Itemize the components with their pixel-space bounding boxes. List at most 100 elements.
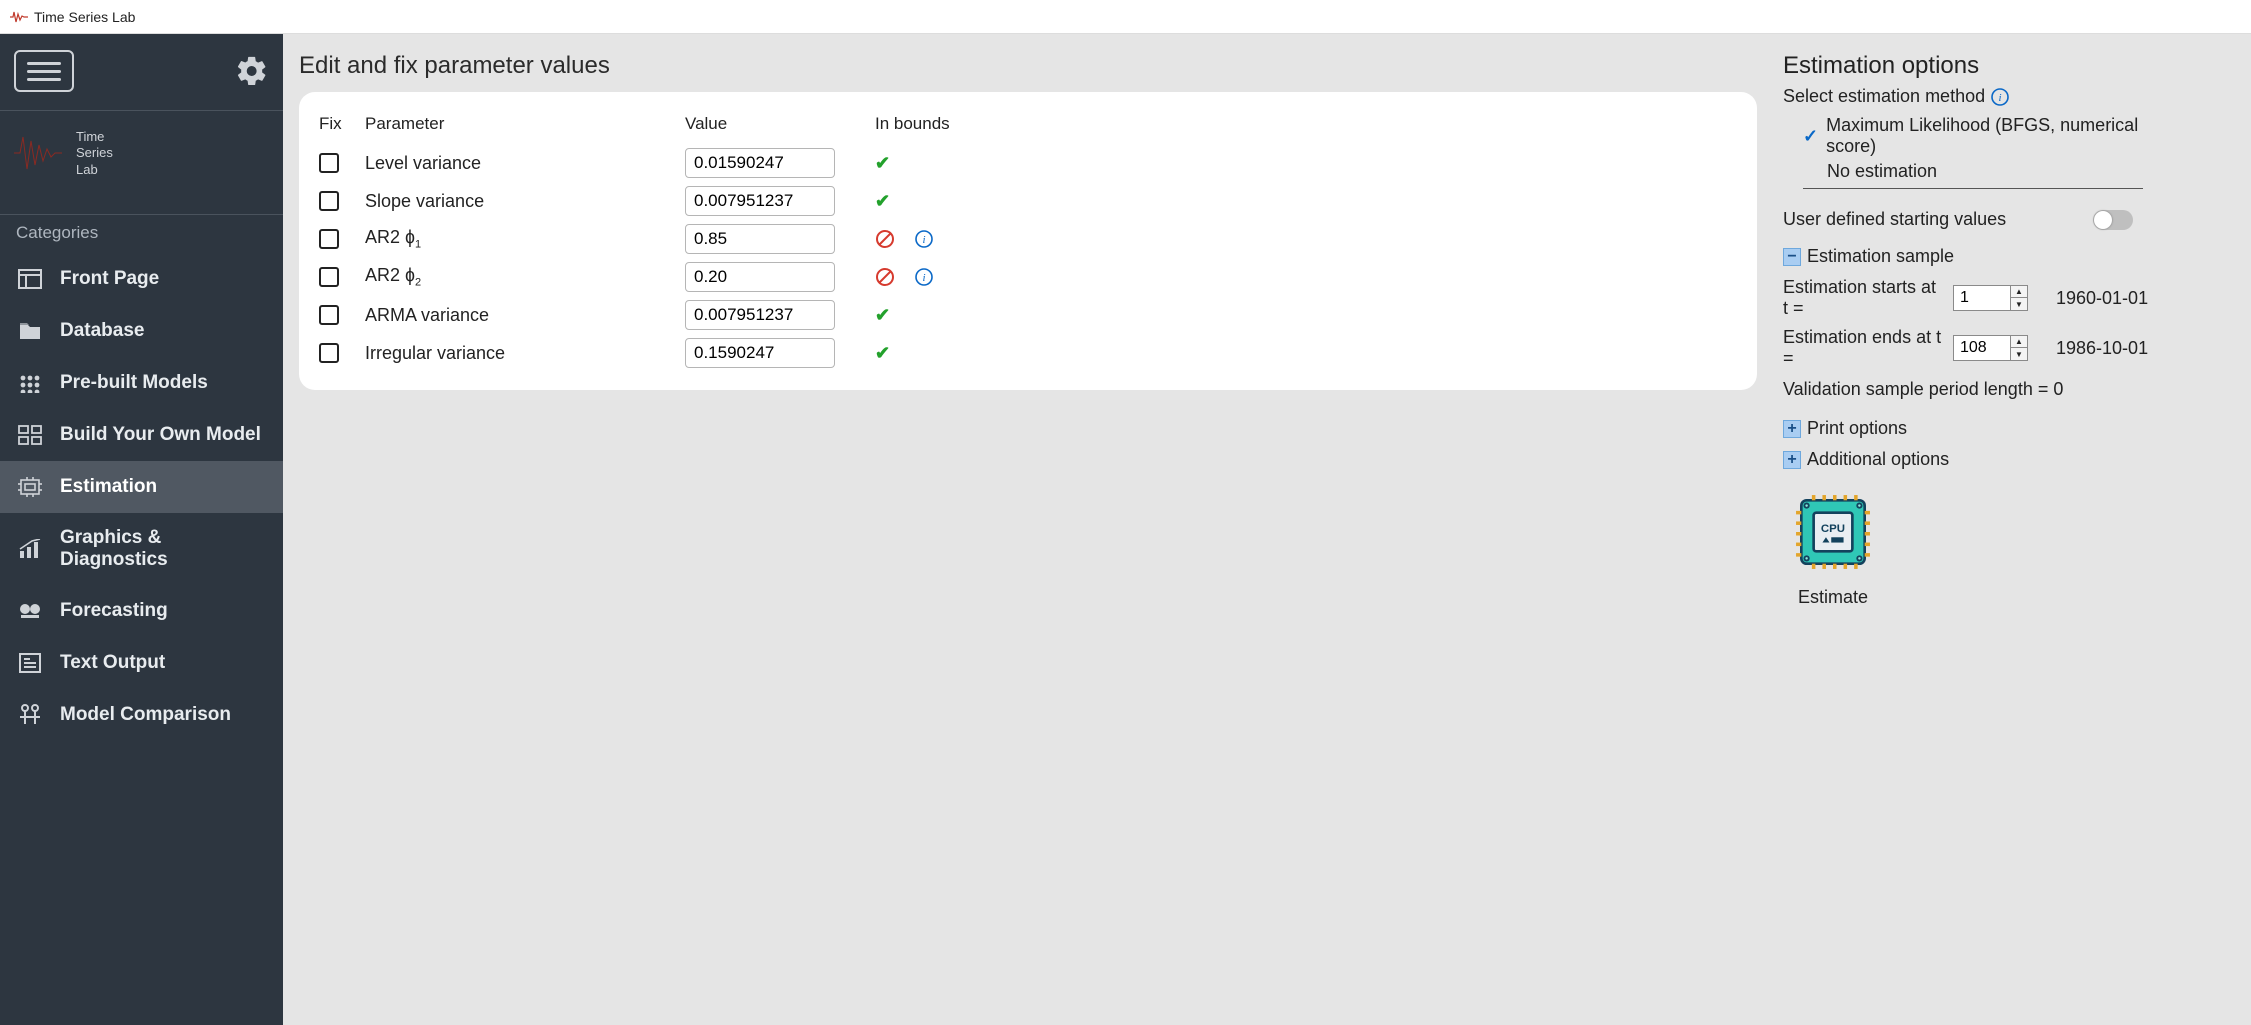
- estimation-start-spinner[interactable]: ▲▼: [1953, 285, 2028, 311]
- param-name: AR2 ɸ1: [365, 227, 685, 251]
- brand-line2: Series: [76, 145, 113, 161]
- param-row: AR2 ɸ2i: [319, 258, 1729, 296]
- nav-icon: [16, 651, 44, 675]
- nav-icon: [16, 703, 44, 727]
- nav-icon: [16, 475, 44, 499]
- estimation-end-date: 1986-10-01: [2056, 338, 2148, 359]
- spin-down-icon[interactable]: ▼: [2011, 298, 2027, 310]
- sidebar-item-label: Graphics & Diagnostics: [60, 527, 267, 571]
- param-value-input[interactable]: [685, 300, 835, 330]
- nav-icon: [16, 537, 44, 561]
- param-value-input[interactable]: [685, 262, 835, 292]
- header-fix: Fix: [319, 114, 365, 134]
- method-option-label: Maximum Likelihood (BFGS, numerical scor…: [1826, 115, 2143, 157]
- param-row: Irregular variance ✔: [319, 334, 1729, 372]
- sidebar-item-text-output[interactable]: Text Output: [0, 637, 283, 689]
- param-row: AR2 ɸ1 i: [319, 220, 1729, 258]
- info-icon[interactable]: i: [915, 268, 933, 286]
- param-value-input[interactable]: [685, 148, 835, 178]
- header-value: Value: [685, 114, 875, 134]
- estimation-sample-label: Estimation sample: [1807, 246, 1954, 267]
- brand-wave-icon: [14, 131, 62, 175]
- header-in-bounds: In bounds: [875, 114, 995, 134]
- param-name: Level variance: [365, 153, 685, 174]
- validation-length: Validation sample period length = 0: [1783, 379, 2231, 400]
- estimation-start-label: Estimation starts at t =: [1783, 277, 1943, 319]
- param-value-input[interactable]: [685, 186, 835, 216]
- estimation-end-spinner[interactable]: ▲▼: [1953, 335, 2028, 361]
- in-bounds-indicator: ✔: [875, 343, 915, 364]
- method-list: ✓ Maximum Likelihood (BFGS, numerical sc…: [1803, 113, 2143, 189]
- sidebar-item-estimation[interactable]: Estimation: [0, 461, 283, 513]
- estimation-sample-expander[interactable]: − Estimation sample: [1783, 246, 2231, 267]
- sidebar-item-build-your-own-model[interactable]: Build Your Own Model: [0, 409, 283, 461]
- info-icon[interactable]: i: [915, 230, 933, 248]
- method-label: Select estimation method: [1783, 86, 1985, 107]
- param-row: ARMA variance ✔: [319, 296, 1729, 334]
- check-icon: ✔: [875, 305, 890, 326]
- spin-up-icon[interactable]: ▲: [2011, 286, 2027, 298]
- header-parameter: Parameter: [365, 114, 685, 134]
- menu-toggle-button[interactable]: [14, 50, 74, 92]
- fix-checkbox[interactable]: [319, 191, 339, 211]
- svg-text:i: i: [922, 234, 925, 246]
- sidebar-item-label: Build Your Own Model: [60, 424, 261, 446]
- param-value-input[interactable]: [685, 224, 835, 254]
- sidebar-item-graphics-diagnostics[interactable]: Graphics & Diagnostics: [0, 513, 283, 585]
- user-sv-toggle[interactable]: [2093, 210, 2133, 230]
- app-title: Time Series Lab: [34, 9, 135, 25]
- settings-icon[interactable]: [235, 54, 269, 88]
- check-icon: ✔: [875, 153, 890, 174]
- param-name: Irregular variance: [365, 343, 685, 364]
- estimation-end-input[interactable]: [1954, 336, 2010, 360]
- spin-down-icon[interactable]: ▼: [2011, 348, 2027, 360]
- fix-checkbox[interactable]: [319, 153, 339, 173]
- param-name: ARMA variance: [365, 305, 685, 326]
- sidebar-item-label: Pre-built Models: [60, 372, 208, 394]
- nav-icon: [16, 599, 44, 623]
- sidebar-item-forecasting[interactable]: Forecasting: [0, 585, 283, 637]
- nav-icon: [16, 267, 44, 291]
- estimation-options-title: Estimation options: [1783, 52, 2231, 80]
- sidebar-item-label: Text Output: [60, 652, 165, 674]
- fix-checkbox[interactable]: [319, 305, 339, 325]
- sidebar-item-pre-built-models[interactable]: Pre-built Models: [0, 357, 283, 409]
- svg-text:i: i: [1999, 92, 2002, 104]
- sidebar-item-label: Front Page: [60, 268, 159, 290]
- fix-checkbox[interactable]: [319, 343, 339, 363]
- sidebar-item-label: Model Comparison: [60, 704, 231, 726]
- print-options-expander[interactable]: + Print options: [1783, 418, 2231, 439]
- additional-options-expander[interactable]: + Additional options: [1783, 449, 2231, 470]
- param-header-row: Fix Parameter Value In bounds: [319, 108, 1729, 144]
- in-bounds-indicator: ✔: [875, 153, 915, 174]
- method-option-mle[interactable]: ✓ Maximum Likelihood (BFGS, numerical sc…: [1803, 113, 2143, 159]
- sidebar-item-database[interactable]: Database: [0, 305, 283, 357]
- in-bounds-indicator: [875, 267, 915, 287]
- estimate-button[interactable]: CPU: [1789, 488, 1877, 576]
- check-icon: ✔: [875, 191, 890, 212]
- fix-checkbox[interactable]: [319, 229, 339, 249]
- nav-icon: [16, 319, 44, 343]
- in-bounds-indicator: [875, 229, 915, 249]
- method-option-none[interactable]: No estimation: [1803, 159, 2143, 184]
- param-name: Slope variance: [365, 191, 685, 212]
- sidebar: Time Series Lab Categories Front PageDat…: [0, 34, 283, 1025]
- param-value-input[interactable]: [685, 338, 835, 368]
- method-option-label: No estimation: [1827, 161, 1937, 182]
- estimation-start-input[interactable]: [1954, 286, 2010, 310]
- sidebar-item-label: Estimation: [60, 476, 157, 498]
- info-icon[interactable]: i: [1991, 88, 2009, 106]
- plus-icon: +: [1783, 451, 1801, 469]
- svg-text:CPU: CPU: [1821, 523, 1845, 535]
- nav-icon: [16, 371, 44, 395]
- estimation-end-label: Estimation ends at t =: [1783, 327, 1943, 369]
- print-options-label: Print options: [1807, 418, 1907, 439]
- app-logo-icon: [10, 10, 28, 24]
- sidebar-item-front-page[interactable]: Front Page: [0, 253, 283, 305]
- sidebar-item-model-comparison[interactable]: Model Comparison: [0, 689, 283, 741]
- spin-up-icon[interactable]: ▲: [2011, 336, 2027, 348]
- in-bounds-indicator: ✔: [875, 305, 915, 326]
- param-row: Slope variance ✔: [319, 182, 1729, 220]
- fix-checkbox[interactable]: [319, 267, 339, 287]
- svg-text:i: i: [922, 272, 925, 284]
